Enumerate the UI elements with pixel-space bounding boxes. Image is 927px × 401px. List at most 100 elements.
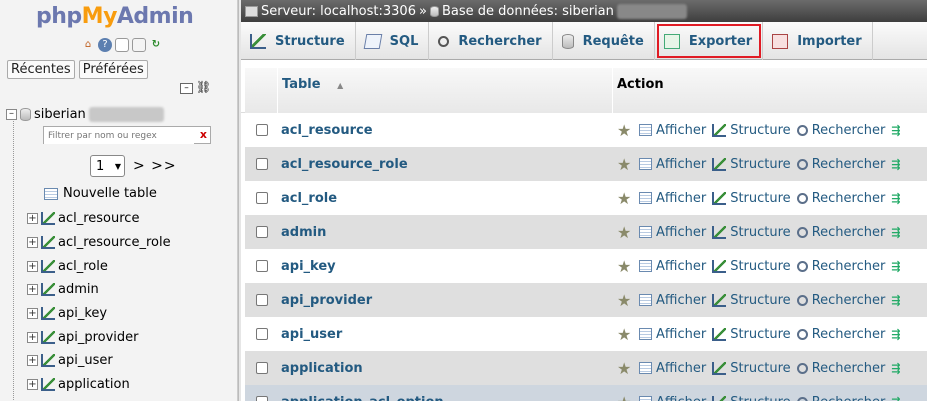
header-table[interactable]: Table ▲	[277, 68, 613, 113]
pager-next-links[interactable]: > >>	[133, 158, 177, 174]
nav-table-item[interactable]: + application	[27, 373, 171, 397]
clear-filter-icon[interactable]: x	[200, 128, 207, 141]
action-search[interactable]: Rechercher	[796, 395, 885, 401]
action-browse[interactable]: Afficher	[639, 157, 706, 172]
favorite-star-icon[interactable]: ★	[617, 393, 635, 401]
expand-icon[interactable]: +	[27, 260, 38, 272]
row-checkbox[interactable]	[256, 294, 268, 306]
action-structure[interactable]: Structure	[712, 157, 791, 172]
action-search[interactable]: Rechercher	[796, 327, 885, 342]
favorite-star-icon[interactable]: ★	[617, 121, 635, 140]
action-structure[interactable]: Structure	[712, 123, 791, 138]
favorite-star-icon[interactable]: ★	[617, 155, 635, 174]
action-browse[interactable]: Afficher	[639, 191, 706, 206]
recent-button[interactable]: Récentes	[7, 60, 75, 79]
settings-icon[interactable]	[132, 38, 146, 52]
table-name-link[interactable]: application	[281, 361, 363, 376]
table-name-link[interactable]: api_user	[281, 327, 342, 342]
action-search[interactable]: Rechercher	[796, 259, 885, 274]
table-name-link[interactable]: acl_resource_role	[281, 157, 408, 172]
tab-sql[interactable]: SQL	[356, 22, 430, 60]
link-with-main-icon[interactable]: ⛓	[196, 81, 211, 94]
row-checkbox[interactable]	[256, 328, 268, 340]
breadcrumb-database[interactable]: Base de données: siberian	[442, 4, 614, 19]
favorite-star-icon[interactable]: ★	[617, 325, 635, 344]
insert-icon[interactable]: ⇶	[891, 396, 905, 401]
nav-table-label[interactable]: api_provider	[58, 330, 139, 345]
tab-more[interactable]	[873, 22, 908, 60]
row-checkbox[interactable]	[256, 260, 268, 272]
action-structure[interactable]: Structure	[712, 293, 791, 308]
action-browse[interactable]: Afficher	[639, 361, 706, 376]
tab-rechercher[interactable]: Rechercher	[429, 22, 553, 60]
home-icon[interactable]: ⌂	[81, 38, 95, 52]
favorite-star-icon[interactable]: ★	[617, 257, 635, 276]
nav-table-item[interactable]: + api_provider	[27, 325, 171, 349]
row-checkbox[interactable]	[256, 362, 268, 374]
action-browse[interactable]: Afficher	[639, 225, 706, 240]
nav-table-label[interactable]: api_key	[58, 306, 107, 321]
favorites-button[interactable]: Préférées	[78, 60, 148, 79]
expand-icon[interactable]: +	[27, 213, 38, 225]
favorite-star-icon[interactable]: ★	[617, 359, 635, 378]
nav-table-label[interactable]: acl_role	[58, 259, 108, 274]
action-search[interactable]: Rechercher	[796, 293, 885, 308]
table-name-link[interactable]: api_provider	[281, 293, 372, 308]
nav-table-label[interactable]: admin	[58, 282, 99, 297]
insert-icon[interactable]: ⇶	[891, 362, 905, 375]
nav-table-label[interactable]: acl_resource	[58, 211, 139, 226]
action-browse[interactable]: Afficher	[639, 123, 706, 138]
action-search[interactable]: Rechercher	[796, 123, 885, 138]
row-checkbox[interactable]	[256, 158, 268, 170]
insert-icon[interactable]: ⇶	[891, 328, 905, 341]
action-browse[interactable]: Afficher	[639, 259, 706, 274]
database-name[interactable]: siberian	[34, 107, 86, 122]
reload-icon[interactable]: ↻	[149, 38, 163, 52]
action-structure[interactable]: Structure	[712, 395, 791, 401]
new-table-item[interactable]: Nouvelle table	[44, 186, 157, 201]
row-checkbox[interactable]	[256, 192, 268, 204]
table-name-link[interactable]: application_acl_option	[281, 395, 444, 401]
action-search[interactable]: Rechercher	[796, 157, 885, 172]
insert-icon[interactable]: ⇶	[891, 294, 905, 307]
docs-icon[interactable]	[115, 38, 129, 52]
insert-icon[interactable]: ⇶	[891, 260, 905, 273]
table-name-link[interactable]: api_key	[281, 259, 336, 274]
action-structure[interactable]: Structure	[712, 225, 791, 240]
action-structure[interactable]: Structure	[712, 259, 791, 274]
insert-icon[interactable]: ⇶	[891, 226, 905, 239]
collapse-all-icon[interactable]: –	[180, 83, 193, 94]
favorite-star-icon[interactable]: ★	[617, 189, 635, 208]
tab-requête[interactable]: Requête	[553, 22, 655, 60]
header-table-label[interactable]: Table	[282, 77, 321, 92]
action-structure[interactable]: Structure	[712, 361, 791, 376]
action-search[interactable]: Rechercher	[796, 225, 885, 240]
expand-icon[interactable]: +	[27, 379, 38, 391]
nav-table-item[interactable]: + admin	[27, 278, 171, 302]
action-structure[interactable]: Structure	[712, 191, 791, 206]
expand-icon[interactable]: +	[27, 331, 38, 343]
row-checkbox[interactable]	[256, 396, 268, 401]
action-search[interactable]: Rechercher	[796, 191, 885, 206]
insert-icon[interactable]: ⇶	[891, 192, 905, 205]
action-structure[interactable]: Structure	[712, 327, 791, 342]
action-browse[interactable]: Afficher	[639, 293, 706, 308]
favorite-star-icon[interactable]: ★	[617, 223, 635, 242]
tab-importer[interactable]: Importer	[763, 22, 873, 60]
table-filter-input[interactable]	[44, 128, 194, 144]
action-search[interactable]: Rechercher	[796, 361, 885, 376]
insert-icon[interactable]: ⇶	[891, 158, 905, 171]
tab-exporter[interactable]: Exporter	[655, 22, 764, 60]
nav-table-item[interactable]: + acl_resource	[27, 207, 171, 231]
nav-table-label[interactable]: application	[58, 377, 130, 392]
nav-table-item[interactable]: + api_key	[27, 302, 171, 326]
table-name-link[interactable]: admin	[281, 225, 326, 240]
action-browse[interactable]: Afficher	[639, 395, 706, 401]
nav-table-item[interactable]: + acl_role	[27, 254, 171, 278]
action-browse[interactable]: Afficher	[639, 327, 706, 342]
table-name-link[interactable]: acl_role	[281, 191, 337, 206]
phpmyadmin-logo[interactable]: phpMyAdmin	[36, 4, 194, 29]
collapse-db-icon[interactable]: –	[6, 109, 17, 120]
page-select[interactable]: 1 ▼	[90, 155, 125, 177]
tab-structure[interactable]: Structure	[241, 22, 356, 60]
